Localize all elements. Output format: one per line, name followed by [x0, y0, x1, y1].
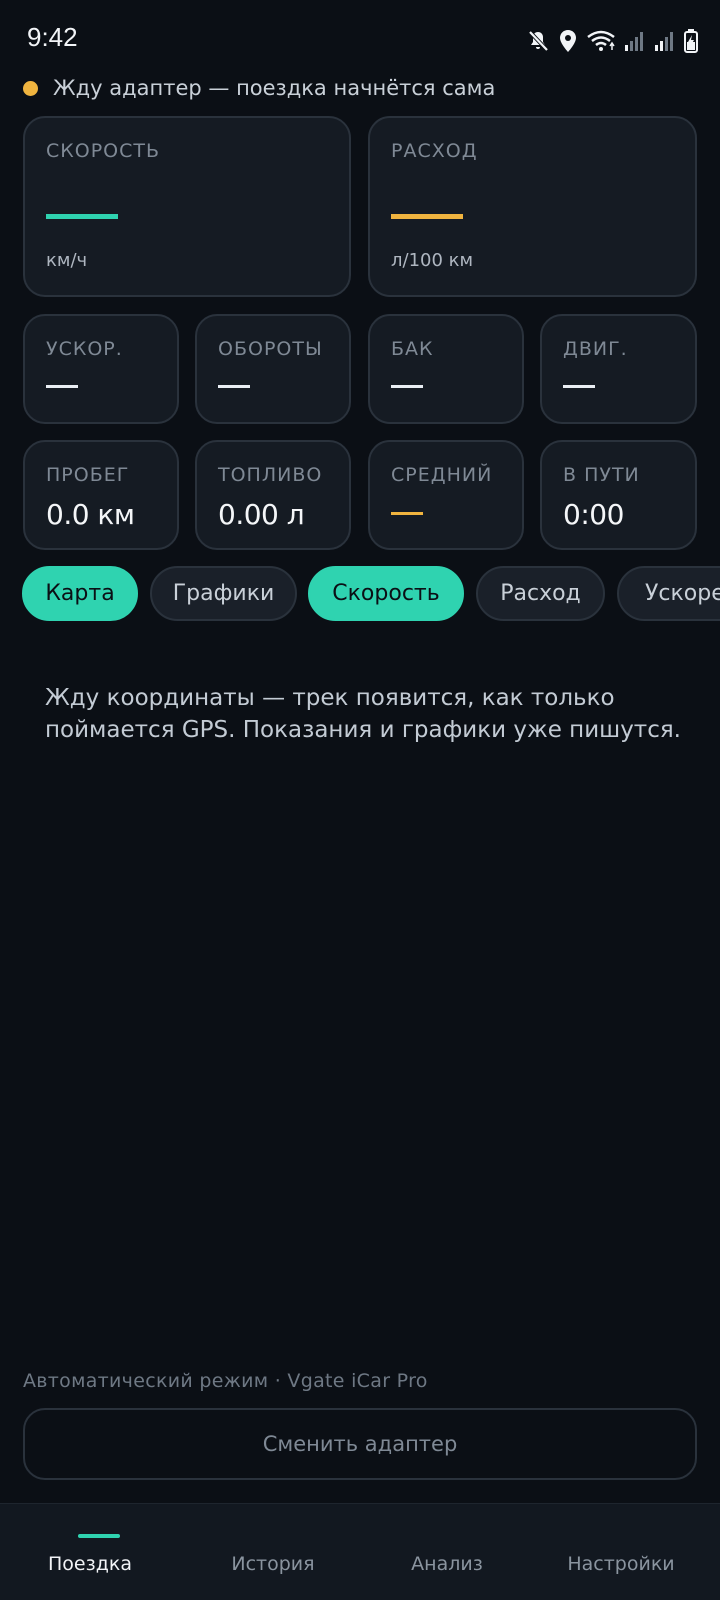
consumption-unit: л/100 км — [391, 250, 474, 271]
engine-label: ДВИГ. — [563, 338, 628, 360]
chip-map[interactable]: Карта — [22, 566, 138, 621]
engine-card: ДВИГ. — [540, 314, 697, 424]
nav-trip-label: Поездка — [48, 1552, 132, 1575]
average-label: СРЕДНИЙ — [391, 464, 493, 486]
chip-acceleration[interactable]: Ускоре — [617, 566, 720, 621]
change-adapter-button[interactable]: Сменить адаптер — [23, 1408, 697, 1480]
speed-card: СКОРОСТЬ км/ч — [23, 116, 351, 297]
battery-charging-icon — [684, 29, 698, 53]
trip-time-label: В ПУТИ — [563, 464, 640, 486]
rpm-empty-value — [218, 385, 250, 388]
mileage-card: ПРОБЕГ 0.0 км — [23, 440, 179, 550]
fuel-label: ТОПЛИВО — [218, 464, 323, 486]
rpm-card: ОБОРОТЫ — [195, 314, 351, 424]
mute-icon — [526, 29, 550, 53]
acceleration-empty-value — [46, 385, 78, 388]
tank-label: БАК — [391, 338, 434, 360]
mode-adapter-info: Автоматический режим · Vgate iCar Pro — [23, 1370, 428, 1392]
speed-empty-value — [46, 214, 118, 219]
trip-time-value: 0:00 — [563, 498, 624, 531]
signal-icon — [654, 30, 676, 52]
average-empty-value — [391, 512, 423, 515]
wifi-icon — [586, 29, 616, 53]
consumption-label: РАСХОД — [391, 140, 478, 162]
consumption-card: РАСХОД л/100 км — [368, 116, 697, 297]
nav-trip[interactable]: Поездка — [0, 1504, 180, 1600]
tank-card: БАК — [368, 314, 524, 424]
nav-active-indicator — [78, 1534, 120, 1538]
chip-charts[interactable]: Графики — [150, 566, 297, 621]
fuel-value: 0.00 л — [218, 498, 305, 531]
nav-settings[interactable]: Настройки — [531, 1504, 711, 1600]
acceleration-card: УСКОР. — [23, 314, 179, 424]
nav-analysis[interactable]: Анализ — [357, 1504, 537, 1600]
speed-unit: км/ч — [46, 250, 88, 271]
nav-analysis-label: Анализ — [411, 1552, 483, 1575]
chip-speed[interactable]: Скорость — [308, 566, 464, 621]
signal-icon — [624, 30, 646, 52]
speed-label: СКОРОСТЬ — [46, 140, 161, 162]
average-card: СРЕДНИЙ — [368, 440, 524, 550]
status-icons — [526, 24, 698, 58]
waiting-gps-message: Жду координаты — трек появится, как толь… — [45, 685, 681, 743]
mileage-label: ПРОБЕГ — [46, 464, 130, 486]
consumption-empty-value — [391, 214, 463, 219]
status-time: 9:42 — [27, 22, 78, 52]
acceleration-label: УСКОР. — [46, 338, 123, 360]
adapter-status-text: Жду адаптер — поездка начнётся сама — [53, 76, 496, 100]
nav-history-label: История — [231, 1552, 315, 1575]
fuel-card: ТОПЛИВО 0.00 л — [195, 440, 351, 550]
engine-empty-value — [563, 385, 595, 388]
rpm-label: ОБОРОТЫ — [218, 338, 323, 360]
bottom-navigation: Поездка История Анализ Настройки — [0, 1503, 720, 1600]
status-bar: 9:42 — [0, 0, 720, 80]
mileage-value: 0.0 км — [46, 498, 135, 531]
status-dot — [23, 80, 38, 96]
view-chips: Карта Графики Скорость Расход Ускоре — [22, 566, 720, 622]
tank-empty-value — [391, 385, 423, 388]
adapter-status: Жду адаптер — поездка начнётся сама — [23, 73, 495, 103]
nav-settings-label: Настройки — [567, 1552, 675, 1575]
location-icon — [558, 29, 578, 53]
nav-history[interactable]: История — [183, 1504, 363, 1600]
chip-consumption[interactable]: Расход — [476, 566, 605, 621]
trip-time-card: В ПУТИ 0:00 — [540, 440, 697, 550]
